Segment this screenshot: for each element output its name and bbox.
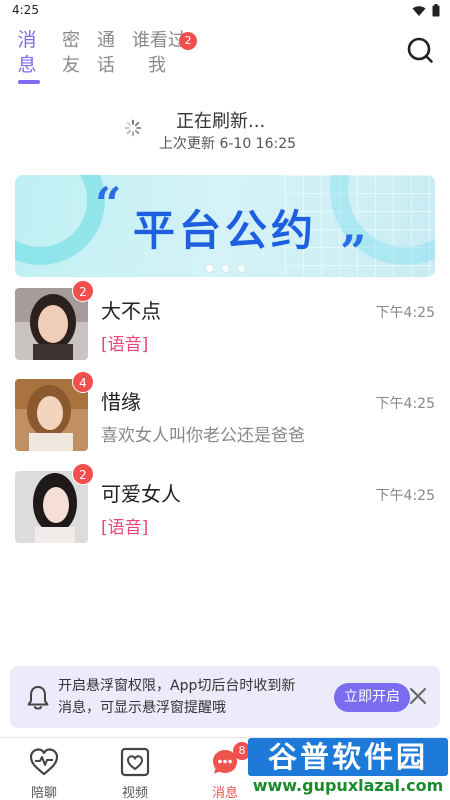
nav-label: 陪聊 bbox=[30, 786, 57, 800]
tab-who-viewed-me-line1: 谁看过 bbox=[132, 30, 186, 51]
watermark-url: www.gupuxlazal.com bbox=[252, 776, 444, 795]
message-preview: [语音] bbox=[101, 335, 149, 355]
conversation-item[interactable]: 2 大不点 [语音] 下午4:25 bbox=[0, 280, 450, 362]
conversation-item[interactable]: 4 惜缘 喜欢女人叫你老公还是爸爸 下午4:25 bbox=[0, 371, 450, 453]
banner-dot[interactable] bbox=[236, 264, 246, 273]
conversation-item[interactable]: 2 可爱女人 [语音] 下午4:25 bbox=[0, 463, 450, 545]
contact-name: 可爱女人 bbox=[101, 482, 181, 506]
status-bar: 4:25 bbox=[0, 0, 450, 22]
refresh-last-updated: 上次更新 6-10 16:25 bbox=[159, 136, 297, 152]
tab-who-viewed-me-line2: 我 bbox=[148, 55, 166, 76]
refresh-indicator: 正在刷新... 上次更新 6-10 16:25 bbox=[0, 103, 450, 163]
notice-text: 开启悬浮窗权限，App切后台时收到新 消息，可显示悬浮窗提醒哦 bbox=[58, 675, 328, 719]
search-button[interactable] bbox=[406, 36, 434, 64]
banner-dot[interactable] bbox=[204, 264, 214, 273]
nav-item-chat-companion[interactable]: 陪聊 bbox=[14, 744, 74, 800]
floating-window-permission-notice: 开启悬浮窗权限，App切后台时收到新 消息，可显示悬浮窗提醒哦 立即开启 bbox=[10, 666, 440, 728]
platform-convention-banner[interactable]: “ 平台公约 ” bbox=[15, 175, 435, 277]
tab-calls[interactable]: 通话 bbox=[93, 28, 119, 78]
refresh-title: 正在刷新... bbox=[176, 111, 266, 132]
contact-name: 惜缘 bbox=[101, 390, 141, 414]
top-tabs: 消息 密友 通话 谁看过 我 2 bbox=[14, 28, 314, 84]
contact-name: 大不点 bbox=[101, 299, 161, 323]
unread-badge: 4 bbox=[72, 371, 94, 393]
tab-who-viewed-me[interactable]: 谁看过 我 bbox=[132, 28, 186, 78]
unread-badge: 2 bbox=[72, 280, 94, 302]
tab-messages[interactable]: 消息 bbox=[14, 28, 40, 78]
message-time: 下午4:25 bbox=[375, 488, 435, 504]
notice-text-line2: 消息，可显示悬浮窗提醒哦 bbox=[58, 700, 226, 716]
battery-icon bbox=[432, 4, 440, 17]
active-tab-indicator bbox=[18, 80, 40, 84]
search-icon bbox=[407, 37, 433, 63]
enable-now-button[interactable]: 立即开启 bbox=[334, 683, 410, 712]
bell-icon bbox=[27, 686, 49, 710]
nav-label: 视频 bbox=[121, 786, 148, 800]
nav-item-messages[interactable]: 8 消息 bbox=[195, 742, 255, 800]
status-time: 4:25 bbox=[12, 3, 39, 17]
watermark-title: 谷普软件园 bbox=[248, 738, 448, 776]
wifi-icon bbox=[412, 5, 426, 16]
notice-text-line1: 开启悬浮窗权限，App切后台时收到新 bbox=[58, 678, 296, 694]
message-time: 下午4:25 bbox=[375, 396, 435, 412]
banner-pagination bbox=[15, 264, 435, 273]
heartbeat-icon bbox=[29, 748, 59, 776]
video-heart-icon bbox=[120, 747, 150, 777]
message-preview: [语音] bbox=[101, 518, 149, 538]
unread-badge: 2 bbox=[72, 463, 94, 485]
message-preview: 喜欢女人叫你老公还是爸爸 bbox=[101, 426, 305, 446]
status-icons bbox=[412, 4, 440, 17]
nav-label: 消息 bbox=[211, 786, 238, 800]
close-icon[interactable] bbox=[408, 686, 428, 706]
site-watermark: 谷普软件园 www.gupuxlazal.com bbox=[248, 738, 448, 798]
tab-close-friends[interactable]: 密友 bbox=[58, 28, 84, 78]
message-time: 下午4:25 bbox=[375, 305, 435, 321]
banner-title: 平台公约 bbox=[132, 206, 317, 255]
who-viewed-badge: 2 bbox=[179, 32, 197, 50]
banner-dot[interactable] bbox=[220, 264, 230, 273]
nav-item-video[interactable]: 视频 bbox=[105, 744, 165, 800]
loading-spinner-icon bbox=[124, 119, 142, 137]
